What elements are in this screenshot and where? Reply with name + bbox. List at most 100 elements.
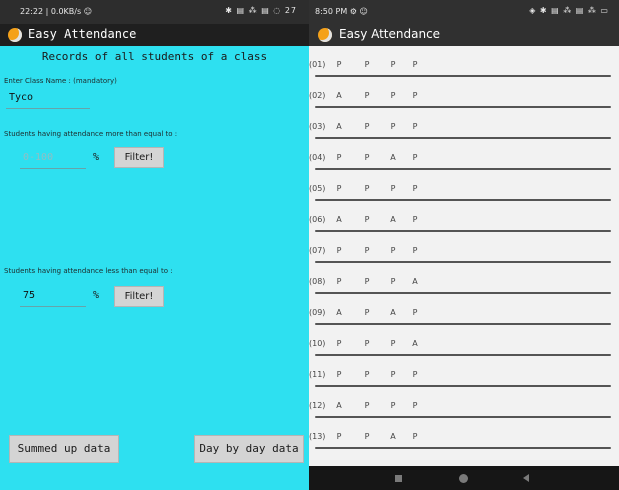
attendance-mark: A xyxy=(390,432,396,441)
attendance-mark: A xyxy=(412,339,418,348)
roll-number: (08) xyxy=(309,277,326,286)
row-divider xyxy=(315,323,611,325)
status-icons: ✱ ▤ ⁂ ▤ ◌ 27 xyxy=(225,6,297,15)
attendance-row: (09) A P A P xyxy=(309,299,619,330)
more-than-input[interactable]: 0-100 xyxy=(20,148,86,169)
roll-number: (10) xyxy=(309,339,326,348)
attendance-row: (03) A P P P xyxy=(309,113,619,144)
attendance-mark: P xyxy=(364,339,370,348)
attendance-mark: P xyxy=(364,401,370,410)
attendance-mark: P xyxy=(336,153,342,162)
attendance-mark: P xyxy=(364,215,370,224)
app-bar: Easy Attendance xyxy=(309,24,619,46)
attendance-mark: P xyxy=(336,246,342,255)
class-name-value: Tyco xyxy=(9,92,34,103)
attendance-mark: P xyxy=(390,370,396,379)
attendance-mark: P xyxy=(364,60,370,69)
attendance-mark: P xyxy=(412,215,418,224)
roll-number: (06) xyxy=(309,215,326,224)
row-divider xyxy=(315,168,611,170)
attendance-mark: P xyxy=(412,246,418,255)
roll-number: (05) xyxy=(309,184,326,193)
day-by-day-data-button[interactable]: Day by day data xyxy=(194,435,304,463)
status-icons: ◈ ✱ ▤ ⁂ ▤ ⁂ ▭ xyxy=(529,6,609,15)
home-icon[interactable] xyxy=(459,474,468,483)
status-time: 8:50 PM ⚙ ☺ xyxy=(315,7,368,16)
attendance-mark: P xyxy=(412,308,418,317)
navigation-bar xyxy=(309,466,619,490)
attendance-mark: P xyxy=(336,277,342,286)
attendance-mark: P xyxy=(364,308,370,317)
recent-apps-icon[interactable] xyxy=(395,475,402,482)
attendance-mark: P xyxy=(364,122,370,131)
class-name-input[interactable]: Tyco xyxy=(6,88,90,109)
attendance-mark: P xyxy=(412,91,418,100)
attendance-mark: P xyxy=(364,277,370,286)
attendance-row: (12) A P P P xyxy=(309,392,619,423)
attendance-mark: P xyxy=(390,277,396,286)
attendance-mark: P xyxy=(364,246,370,255)
roll-number: (04) xyxy=(309,153,326,162)
more-than-filter-button[interactable]: Filter! xyxy=(114,147,164,168)
roll-number: (03) xyxy=(309,122,326,131)
roll-number: (12) xyxy=(309,401,326,410)
attendance-mark: A xyxy=(412,277,418,286)
attendance-mark: A xyxy=(390,308,396,317)
roll-number: (02) xyxy=(309,91,326,100)
attendance-row: (13) P P A P xyxy=(309,423,619,454)
row-divider xyxy=(315,354,611,356)
attendance-mark: A xyxy=(390,153,396,162)
attendance-row: (07) P P P P xyxy=(309,237,619,268)
attendance-row: (06) A P A P xyxy=(309,206,619,237)
attendance-mark: P xyxy=(412,60,418,69)
attendance-mark: P xyxy=(336,60,342,69)
attendance-mark: P xyxy=(364,184,370,193)
class-name-label: Enter Class Name : (mandatory) xyxy=(4,77,117,85)
attendance-row: (11) P P P P xyxy=(309,361,619,392)
attendance-mark: P xyxy=(364,91,370,100)
page-title: Records of all students of a class xyxy=(41,50,268,63)
screenshot-pair: 22:22 | 0.0KB/s ☺ ✱ ▤ ⁂ ▤ ◌ 27 Easy Atte… xyxy=(0,0,619,490)
roll-number: (07) xyxy=(309,246,326,255)
more-than-percent-sign: % xyxy=(93,152,100,163)
attendance-mark: P xyxy=(390,184,396,193)
row-divider xyxy=(315,106,611,108)
attendance-mark: A xyxy=(336,308,342,317)
less-than-value: 75 xyxy=(23,290,36,301)
roll-number: (01) xyxy=(309,60,326,69)
row-divider xyxy=(315,261,611,263)
attendance-mark: A xyxy=(336,122,342,131)
row-divider xyxy=(315,137,611,139)
attendance-mark: P xyxy=(336,432,342,441)
summed-up-data-button[interactable]: Summed up data xyxy=(9,435,119,463)
more-than-placeholder: 0-100 xyxy=(23,152,54,163)
app-logo-icon xyxy=(318,28,332,42)
left-phone-screen: 22:22 | 0.0KB/s ☺ ✱ ▤ ⁂ ▤ ◌ 27 Easy Atte… xyxy=(0,0,309,490)
row-divider xyxy=(315,75,611,77)
row-divider xyxy=(315,385,611,387)
attendance-mark: P xyxy=(364,370,370,379)
attendance-list: (01) P P P P (02) A P P P (03) A P P P (04) P P A P (05) P P P P… xyxy=(309,51,619,454)
roll-number: (13) xyxy=(309,432,326,441)
attendance-mark: P xyxy=(336,184,342,193)
attendance-mark: A xyxy=(336,91,342,100)
attendance-mark: P xyxy=(364,432,370,441)
less-than-percent-sign: % xyxy=(93,290,100,301)
attendance-mark: P xyxy=(336,370,342,379)
attendance-mark: P xyxy=(412,432,418,441)
attendance-row: (05) P P P P xyxy=(309,175,619,206)
back-icon[interactable] xyxy=(523,474,529,482)
right-phone-screen: 8:50 PM ⚙ ☺ ◈ ✱ ▤ ⁂ ▤ ⁂ ▭ Easy Attendanc… xyxy=(309,0,619,490)
attendance-mark: A xyxy=(336,401,342,410)
attendance-mark: P xyxy=(412,122,418,131)
app-logo-icon xyxy=(8,28,22,42)
attendance-row: (02) A P P P xyxy=(309,82,619,113)
less-than-input[interactable]: 75 xyxy=(20,286,86,307)
attendance-mark: P xyxy=(412,153,418,162)
app-title: Easy Attendance xyxy=(28,27,137,41)
row-divider xyxy=(315,292,611,294)
attendance-row: (10) P P P A xyxy=(309,330,619,361)
less-than-filter-button[interactable]: Filter! xyxy=(114,286,164,307)
status-bar: 8:50 PM ⚙ ☺ ◈ ✱ ▤ ⁂ ▤ ⁂ ▭ xyxy=(309,0,619,24)
attendance-mark: P xyxy=(364,153,370,162)
